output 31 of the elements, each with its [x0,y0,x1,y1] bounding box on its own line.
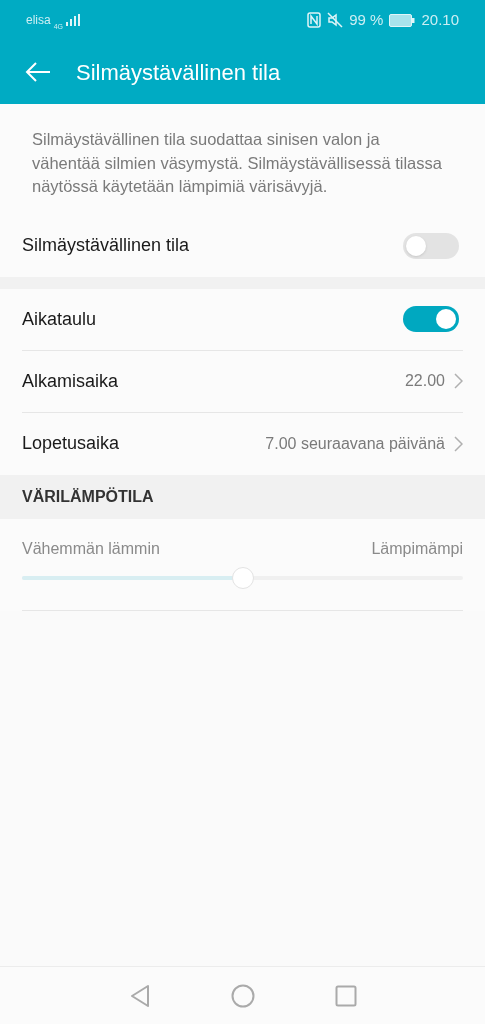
page-title: Silmäystävällinen tila [76,58,281,87]
circle-icon [230,983,255,1008]
carrier-name: elisa [26,12,51,29]
slider-min-label: Vähemmän lämmin [22,538,160,559]
slider-max-label: Lämpimämpi [371,538,463,559]
setting-label: Lopetusaika [22,432,120,455]
toggle-switch[interactable] [403,232,459,259]
time-value: 7.00 seuraavana päivänä [265,433,445,454]
setting-label: Silmäystävällinen tila [22,234,190,257]
battery-icon [389,13,416,27]
triangle-icon [128,983,151,1008]
mute-icon [327,12,344,28]
time-value: 22.00 [404,371,445,391]
battery-percent: 99 % [349,9,384,30]
slider-thumb[interactable] [231,567,254,589]
description-text: Silmäystävällinen tila suodattaa sinisen valon ja vähentää silmien väsymystä. Silmäystävällisessä tilassa näytössä käytetään lämpimiä värisävyjä. [31,129,443,197]
recents-nav-button[interactable] [334,984,357,1007]
chevron-right-icon [453,435,463,452]
toggle-switch[interactable] [403,306,459,332]
nfc-icon [307,12,322,28]
back-arrow-icon [25,61,51,83]
slider-track[interactable] [22,576,463,580]
setting-label: Aikataulu [22,307,97,331]
section-heading: VÄRILÄMPÖTILA [22,486,154,507]
back-nav-button[interactable] [128,983,151,1008]
home-nav-button[interactable] [230,983,255,1008]
clock-time: 20.10 [421,9,459,30]
signal-icon [66,14,81,26]
chevron-right-icon [453,373,463,389]
setting-label: Alkamisaika [22,369,119,393]
square-icon [334,984,357,1007]
